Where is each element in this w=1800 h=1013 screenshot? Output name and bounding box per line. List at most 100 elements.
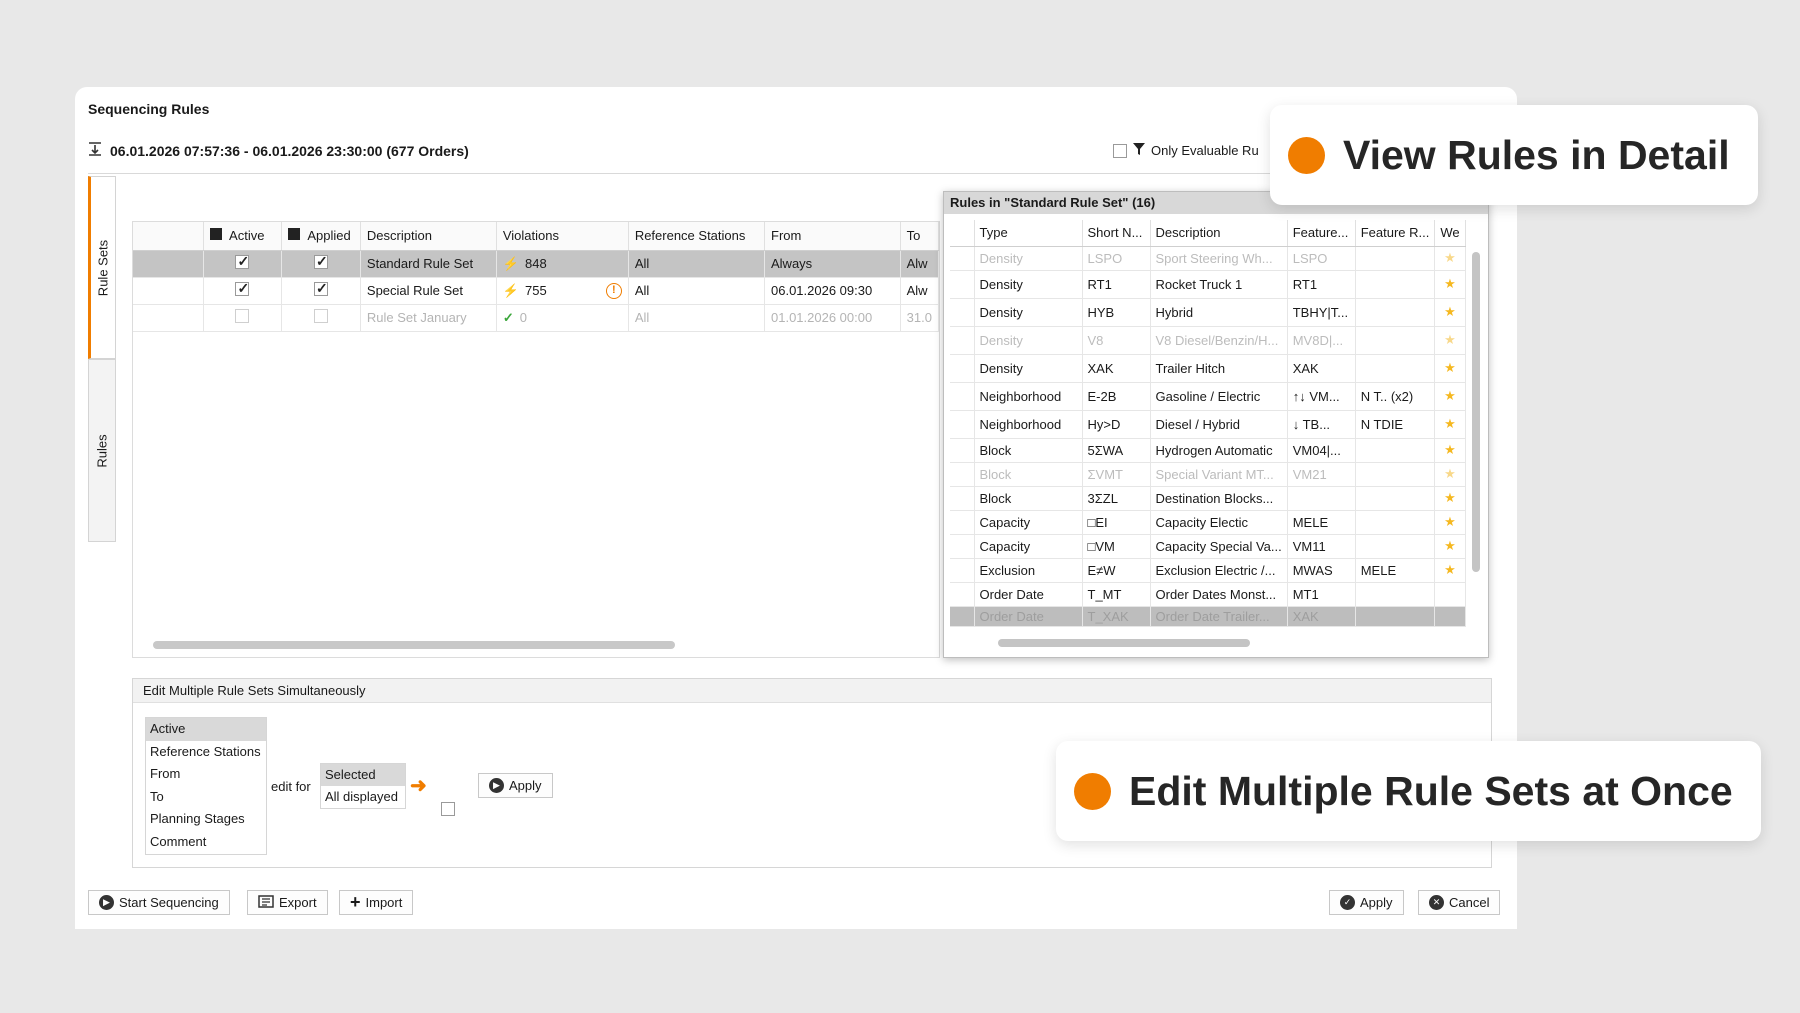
scope-option-selected[interactable]: Selected	[321, 764, 405, 786]
rule-feature-r-cell	[1355, 510, 1436, 535]
star-icon: ★	[1434, 558, 1466, 583]
field-option[interactable]: To	[146, 786, 266, 809]
rules-vertical-scrollbar[interactable]	[1472, 252, 1480, 572]
rules-column-feature[interactable]: Feature...	[1287, 220, 1356, 247]
tab-rule-sets[interactable]: Rule Sets	[88, 176, 116, 359]
rule-row[interactable]: Density V8 V8 Diesel/Benzin/H... MV8D|... ★	[950, 326, 1466, 355]
field-option[interactable]: Active	[146, 718, 266, 741]
applied-column-checkbox[interactable]	[288, 228, 301, 241]
orange-dot-icon	[1288, 136, 1325, 174]
table-row[interactable]: Rule Set January ✓ 0 All 01.01.2026 00:00 31.…	[133, 304, 940, 332]
rule-row[interactable]: Capacity □VM Capacity Special Va... VM11 ★	[950, 534, 1466, 559]
active-cell[interactable]	[203, 304, 283, 332]
row-header[interactable]	[133, 250, 204, 278]
active-checkbox[interactable]	[235, 309, 250, 323]
rule-row-header[interactable]	[950, 438, 975, 463]
active-column-checkbox[interactable]	[209, 228, 222, 241]
rule-row-header[interactable]	[950, 410, 975, 439]
rule-row-header[interactable]	[950, 326, 975, 355]
table-row[interactable]: Standard Rule Set ⚡ 848 AllAlwaysAlw	[133, 250, 940, 278]
field-option[interactable]: From	[146, 763, 266, 786]
column-header-violations[interactable]: Violations	[496, 222, 629, 251]
rule-row-header[interactable]	[950, 486, 975, 511]
rule-feature-cell: ↑↓ VM...	[1287, 382, 1356, 411]
rule-row[interactable]: Capacity □EI Capacity Electic MELE ★	[950, 510, 1466, 535]
applied-checkbox[interactable]	[314, 309, 329, 323]
footer-apply-button[interactable]: ✓ Apply	[1329, 890, 1404, 915]
rule-sets-horizontal-scrollbar[interactable]	[145, 641, 927, 649]
rules-table: Type Short N... Description Feature... F…	[950, 220, 1466, 627]
column-header-active[interactable]: Active	[203, 222, 283, 251]
rule-row-header[interactable]	[950, 298, 975, 327]
only-evaluable-checkbox[interactable]	[1113, 143, 1127, 158]
applied-cell[interactable]	[281, 304, 361, 332]
table-row[interactable]: Special Rule Set ⚡ 755! All06.01.2026 09:30…	[133, 277, 940, 305]
edit-for-label: edit for	[271, 779, 311, 794]
applied-cell[interactable]	[281, 277, 361, 305]
edit-field-list[interactable]: Active Reference Stations From To Planni…	[145, 717, 267, 855]
rule-row-header[interactable]	[950, 246, 975, 271]
rule-row-header[interactable]	[950, 558, 975, 583]
rule-feature-cell: VM04|...	[1287, 438, 1356, 463]
rule-short-name-cell: □EI	[1082, 510, 1151, 535]
row-header[interactable]	[133, 304, 204, 332]
rule-row[interactable]: Order Date T_XAK Order Date Trailer... XAK	[950, 606, 1466, 627]
applied-checkbox[interactable]	[314, 280, 329, 297]
rule-row-header[interactable]	[950, 582, 975, 607]
edit-value-checkbox[interactable]	[441, 802, 455, 816]
column-header-applied[interactable]: Applied	[281, 222, 361, 251]
rule-row[interactable]: Neighborhood E-2B Gasoline / Electric ↑↓ VM…	[950, 382, 1466, 411]
active-checkbox[interactable]	[235, 280, 250, 297]
scope-option-all-displayed[interactable]: All displayed	[321, 786, 405, 808]
rules-horizontal-scrollbar[interactable]	[998, 639, 1250, 647]
column-header-description[interactable]: Description	[360, 222, 497, 251]
tab-rules[interactable]: Rules	[88, 359, 116, 542]
rule-row[interactable]: Density RT1 Rocket Truck 1 RT1 ★	[950, 270, 1466, 299]
rule-row[interactable]: Block 3ΣZL Destination Blocks... ★	[950, 486, 1466, 511]
rules-column-type[interactable]: Type	[974, 220, 1083, 247]
edit-scope-list[interactable]: Selected All displayed	[320, 763, 406, 809]
only-evaluable-filter[interactable]: Only Evaluable Ru	[1113, 142, 1259, 159]
active-cell[interactable]	[203, 250, 283, 278]
rule-row[interactable]: Density LSPO Sport Steering Wh... LSPO ★	[950, 246, 1466, 271]
rules-column-weight[interactable]: We	[1434, 220, 1466, 247]
applied-cell[interactable]	[281, 250, 361, 278]
scrollbar-thumb[interactable]	[153, 641, 675, 649]
rule-row[interactable]: Block 5ΣWA Hydrogen Automatic VM04|... ★	[950, 438, 1466, 463]
field-option[interactable]: Planning Stages	[146, 808, 266, 831]
applied-checkbox[interactable]	[314, 253, 329, 270]
start-sequencing-button[interactable]: ▶ Start Sequencing	[88, 890, 230, 915]
field-option[interactable]: Reference Stations	[146, 741, 266, 764]
star-icon: ★	[1434, 438, 1466, 463]
rule-row-header[interactable]	[950, 270, 975, 299]
column-header-from[interactable]: From	[764, 222, 901, 251]
rule-row-header[interactable]	[950, 354, 975, 383]
rule-row[interactable]: Neighborhood Hy>D Diesel / Hybrid ↓ TB... N …	[950, 410, 1466, 439]
rule-type-cell: Order Date	[974, 582, 1083, 607]
rule-type-cell: Block	[974, 438, 1083, 463]
check-icon: ✓	[1340, 895, 1355, 910]
edit-apply-button[interactable]: ▶ Apply	[478, 773, 553, 798]
rules-column-description[interactable]: Description	[1150, 220, 1288, 247]
rules-column-feature-r[interactable]: Feature R...	[1355, 220, 1436, 247]
active-cell[interactable]	[203, 277, 283, 305]
rule-row-header[interactable]	[950, 534, 975, 559]
active-checkbox[interactable]	[235, 253, 250, 270]
import-button[interactable]: + Import	[339, 890, 414, 915]
rule-row[interactable]: Order Date T_MT Order Dates Monst... MT1	[950, 582, 1466, 607]
row-header[interactable]	[133, 277, 204, 305]
column-header-reference-stations[interactable]: Reference Stations	[628, 222, 766, 251]
rules-column-short-name[interactable]: Short N...	[1082, 220, 1151, 247]
column-header-to[interactable]: To	[900, 222, 940, 251]
field-option[interactable]: Comment	[146, 831, 266, 854]
rule-row[interactable]: Block ΣVMT Special Variant MT... VM21 ★	[950, 462, 1466, 487]
cancel-button[interactable]: ✕ Cancel	[1418, 890, 1501, 915]
rule-row[interactable]: Density XAK Trailer Hitch XAK ★	[950, 354, 1466, 383]
rule-row[interactable]: Exclusion E≠W Exclusion Electric /... MWAS M…	[950, 558, 1466, 583]
rule-row-header[interactable]	[950, 382, 975, 411]
rule-row[interactable]: Density HYB Hybrid TBHY|T... ★	[950, 298, 1466, 327]
export-button[interactable]: Export	[247, 890, 328, 915]
rule-row-header[interactable]	[950, 606, 975, 627]
rule-row-header[interactable]	[950, 510, 975, 535]
rule-row-header[interactable]	[950, 462, 975, 487]
